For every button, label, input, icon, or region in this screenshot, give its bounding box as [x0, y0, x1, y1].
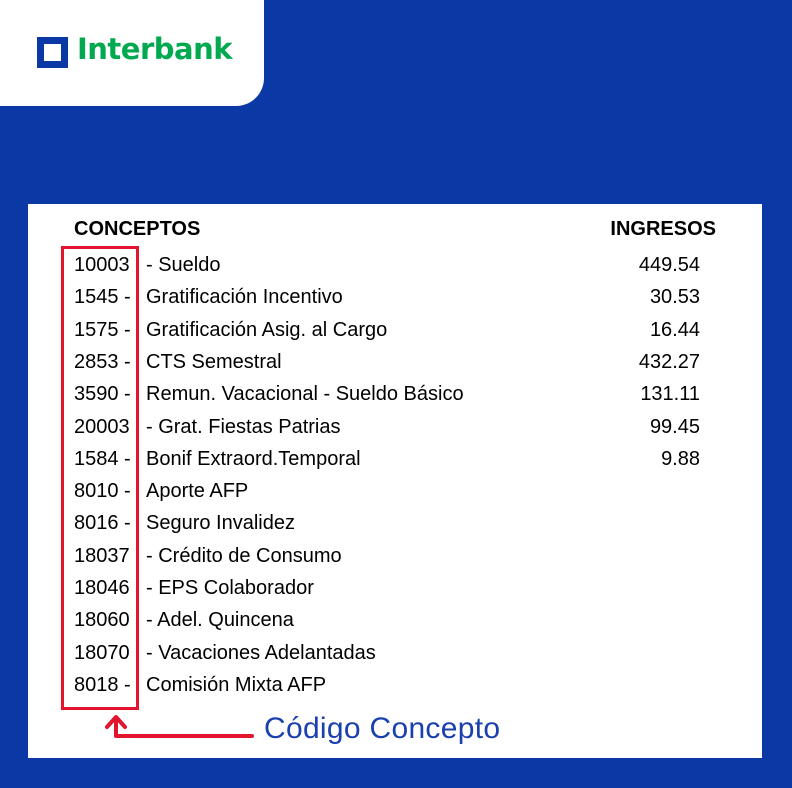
brand-header: Interbank: [0, 0, 264, 106]
income-amount: 9.88: [661, 447, 700, 470]
income-amount: 449.54: [638, 254, 700, 276]
brand-name: Interbank: [77, 32, 233, 66]
concept-description: Gratificación Asig. al Cargo: [146, 318, 388, 341]
interbank-logo-icon: [37, 37, 68, 68]
code-highlight-box: [61, 246, 139, 710]
concept-description: - Grat. Fiestas Patrias: [146, 415, 341, 438]
income-amount: 30.53: [649, 286, 700, 309]
payslip-panel: CONCEPTOS INGRESOS 10003- Sueldo 449.54 15…: [28, 204, 762, 758]
concept-description: Aporte AFP: [146, 480, 249, 503]
income-amount: 99.45: [649, 415, 700, 438]
header-concepts: CONCEPTOS: [74, 218, 201, 240]
concept-description: Bonif Extraord.Temporal: [146, 447, 361, 470]
concept-description: - Vacaciones Adelantadas: [146, 641, 376, 664]
arrow-up-left-icon: [105, 715, 254, 738]
concept-description: Gratificación Incentivo: [146, 286, 343, 309]
concept-description: - EPS Colaborador: [146, 577, 314, 599]
header-income: INGRESOS: [610, 218, 716, 240]
concept-description: - Sueldo: [146, 254, 221, 276]
concept-description: Remun. Vacacional - Sueldo Básico: [146, 383, 464, 406]
income-amount: 131.11: [640, 383, 700, 406]
code-concept-caption: Código Concepto: [264, 712, 501, 745]
concept-description: Comisión Mixta AFP: [146, 673, 327, 696]
concept-description: - Crédito de Consumo: [146, 544, 342, 567]
concept-description: Seguro Invalidez: [146, 512, 295, 535]
concept-description: - Adel. Quincena: [146, 609, 294, 632]
income-amount: 16.44: [649, 318, 700, 341]
income-amount: 432.27: [638, 350, 700, 373]
concept-description: CTS Semestral: [146, 350, 282, 373]
